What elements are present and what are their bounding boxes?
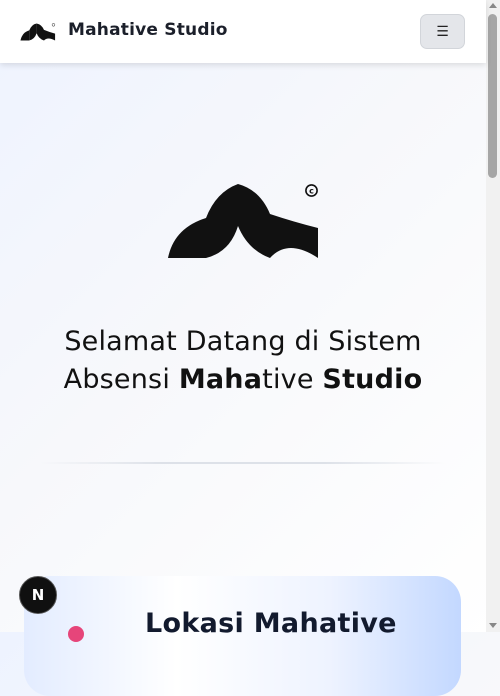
scrollbar-thumb[interactable]: [488, 14, 497, 178]
location-card[interactable]: Lokasi Mahative: [24, 576, 461, 696]
brand-name[interactable]: Mahative Studio: [68, 20, 228, 40]
location-pin-icon: [68, 626, 84, 642]
brand-highlight-studio: Studio: [322, 364, 423, 395]
mahative-logo-icon[interactable]: [20, 23, 56, 41]
nextjs-badge-label: N: [31, 586, 45, 604]
section-divider: [40, 462, 446, 464]
brand-text-tive: tive: [262, 364, 323, 395]
scroll-down-arrow-icon[interactable]: [489, 623, 497, 628]
brand-highlight-maha: Maha: [178, 364, 263, 395]
svg-text:c: c: [309, 187, 314, 196]
welcome-heading: Selamat Datang di Sistem Absensi Mahativ…: [20, 323, 466, 399]
hamburger-icon: ☰: [436, 23, 449, 40]
menu-button[interactable]: ☰: [420, 14, 465, 49]
top-navbar: Mahative Studio ☰: [0, 0, 486, 63]
scroll-up-arrow-icon[interactable]: [489, 3, 497, 8]
mahative-logo-icon: c: [168, 184, 318, 258]
location-card-title: Lokasi Mahative: [145, 608, 397, 639]
nextjs-dev-badge[interactable]: N: [19, 576, 57, 614]
